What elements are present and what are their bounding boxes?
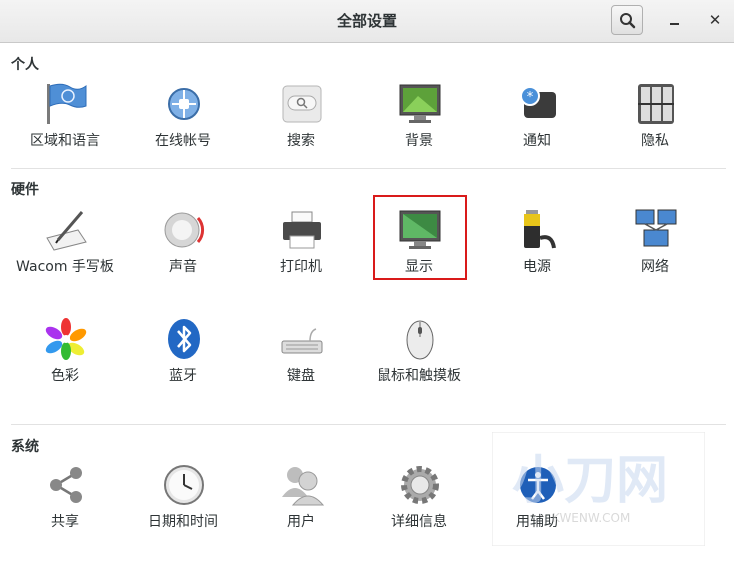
mouse-icon: [406, 320, 434, 360]
item-label: 声音: [169, 259, 197, 275]
keyboard-icon: [281, 328, 323, 354]
item-label: 鼠标和触摸板: [377, 368, 461, 384]
settings-item-bluetooth[interactable]: 蓝牙: [124, 317, 242, 417]
sound-icon: [164, 212, 205, 248]
settings-item-color[interactable]: 色彩: [6, 317, 124, 417]
search-icon: [282, 85, 322, 123]
item-label: 色彩: [51, 368, 79, 384]
minimize-button[interactable]: [665, 11, 685, 31]
details-icon: [401, 466, 439, 504]
background-icon: [399, 84, 441, 123]
header-bar: 全部设置 ✕: [0, 0, 734, 43]
settings-item-search[interactable]: 搜索: [242, 82, 360, 182]
item-label: Wacom 手写板: [16, 259, 114, 275]
bluetooth-icon: [168, 319, 200, 359]
settings-item-printer[interactable]: 打印机: [242, 208, 360, 308]
settings-item-sharing[interactable]: 共享: [6, 463, 124, 563]
item-label: 用户: [287, 514, 315, 530]
item-label: 背景: [405, 133, 433, 149]
power-icon: [524, 210, 556, 249]
printer-icon: [283, 211, 321, 249]
settings-item-background[interactable]: 背景: [360, 82, 478, 182]
settings-item-region-language[interactable]: 区域和语言: [6, 82, 124, 182]
online-accounts-icon: [168, 88, 200, 120]
settings-item-online-accounts[interactable]: 在线帐号: [124, 82, 242, 182]
settings-item-wacom[interactable]: Wacom 手写板: [6, 208, 124, 308]
settings-item-details[interactable]: 详细信息: [360, 463, 478, 563]
section-personal-label: 个人: [11, 57, 39, 73]
privacy-icon: [638, 84, 674, 124]
search-button[interactable]: [611, 5, 643, 35]
section-divider: [11, 168, 726, 169]
users-icon: [282, 467, 324, 506]
settings-item-network[interactable]: 网络: [596, 208, 714, 308]
item-label: 隐私: [641, 133, 669, 149]
network-icon: [635, 209, 677, 247]
settings-item-date-time[interactable]: 日期和时间: [124, 463, 242, 563]
svg-text:小刀网: 小刀网: [512, 451, 668, 511]
settings-item-notifications[interactable]: * 通知: [478, 82, 596, 182]
item-label: 区域和语言: [30, 133, 100, 149]
flag-icon: [47, 83, 87, 124]
close-button[interactable]: ✕: [705, 9, 725, 31]
search-icon: [620, 13, 636, 29]
color-icon: [45, 318, 87, 360]
settings-item-mouse-touchpad[interactable]: 鼠标和触摸板: [360, 317, 478, 417]
section-hardware-label: 硬件: [11, 182, 39, 198]
item-label: 在线帐号: [155, 133, 211, 149]
settings-item-users[interactable]: 用户: [242, 463, 360, 563]
item-label: 搜索: [287, 133, 315, 149]
svg-text:KWENW.COM: KWENW.COM: [552, 511, 630, 525]
item-label: 打印机: [280, 259, 322, 275]
section-divider: [11, 424, 726, 425]
display-highlight-box: [373, 195, 467, 280]
settings-item-power[interactable]: 电源: [478, 208, 596, 308]
item-label: 详细信息: [391, 514, 447, 530]
item-label: 日期和时间: [148, 514, 218, 530]
item-label: 网络: [641, 259, 669, 275]
settings-item-keyboard[interactable]: 键盘: [242, 317, 360, 417]
section-system-label: 系统: [11, 439, 39, 455]
wacom-tablet-icon: [46, 211, 87, 251]
item-label: 通知: [523, 133, 551, 149]
item-label: 共享: [51, 514, 79, 530]
sharing-icon: [50, 467, 82, 503]
item-label: 键盘: [287, 368, 315, 384]
watermark-logo: 小刀网 KWENW.COM: [491, 431, 706, 547]
notification-icon: *: [520, 86, 556, 118]
settings-item-privacy[interactable]: 隐私: [596, 82, 714, 182]
item-label: 电源: [523, 259, 551, 275]
item-label: 蓝牙: [169, 368, 197, 384]
date-time-icon: [164, 465, 204, 505]
settings-item-sound[interactable]: 声音: [124, 208, 242, 308]
svg-text:*: *: [527, 90, 534, 105]
